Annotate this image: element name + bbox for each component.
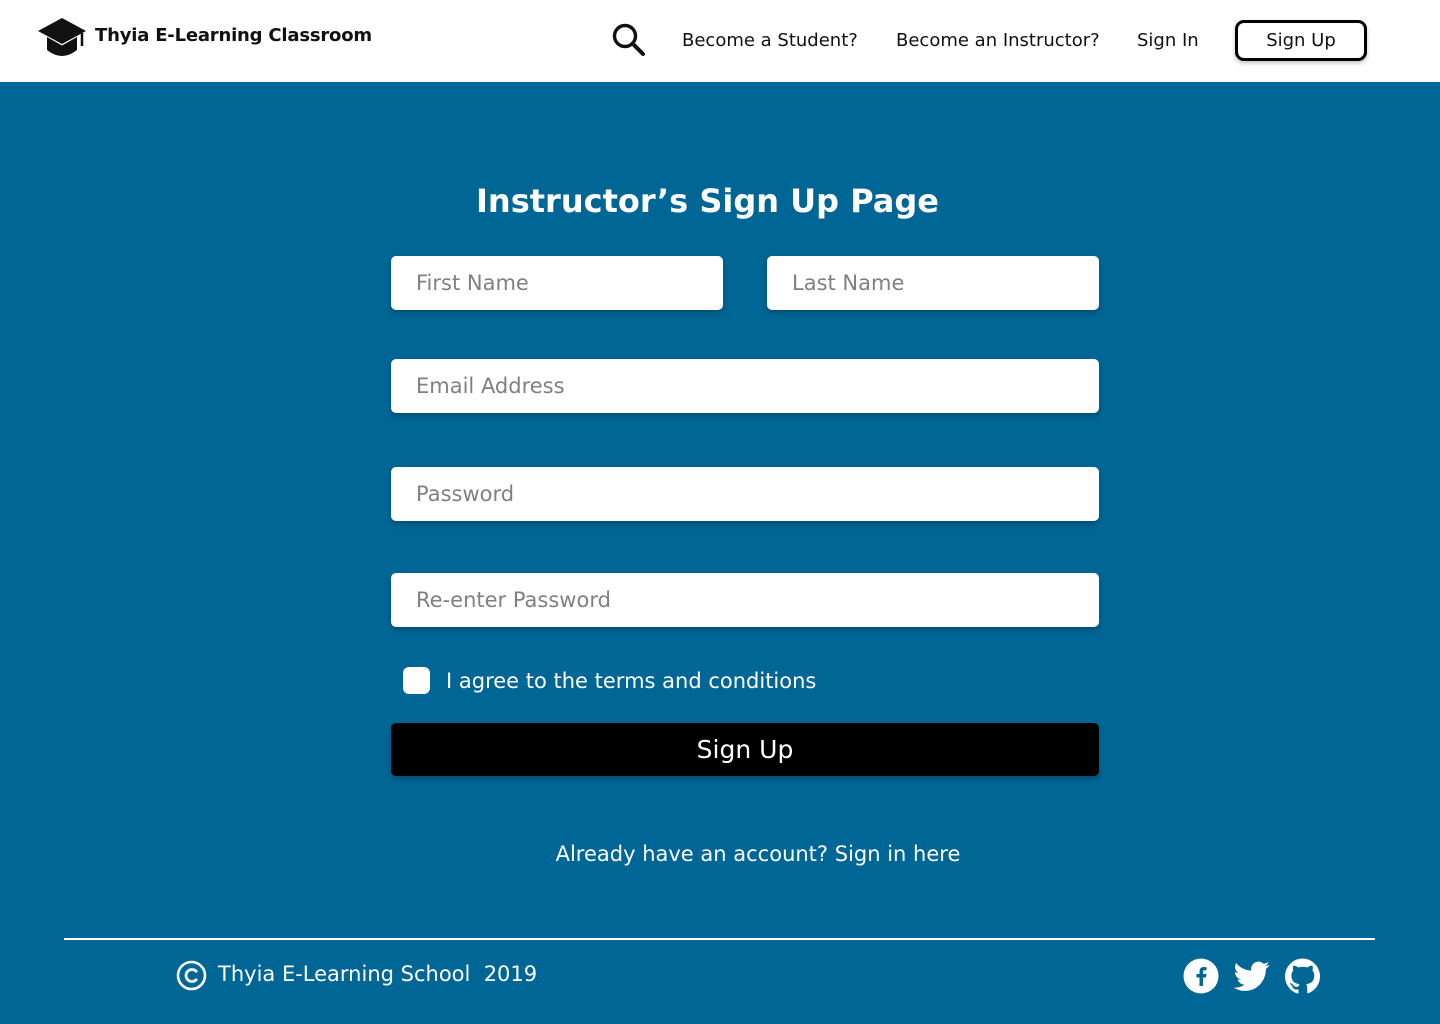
copyright-icon <box>176 960 207 991</box>
terms-label: I agree to the terms and conditions <box>446 669 817 693</box>
graduation-cap-icon[interactable] <box>36 16 88 60</box>
terms-checkbox[interactable] <box>403 667 430 694</box>
page-title: Instructor’s Sign Up Page <box>476 182 939 220</box>
footer-divider <box>64 938 1375 940</box>
brand-name[interactable]: Thyia E-Learning Classroom <box>95 25 372 46</box>
nav-sign-in[interactable]: Sign In <box>1137 30 1199 51</box>
twitter-icon[interactable] <box>1234 958 1270 994</box>
first-name-input[interactable] <box>391 256 723 310</box>
last-name-input[interactable] <box>767 256 1099 310</box>
nav-become-instructor[interactable]: Become an Instructor? <box>896 30 1100 51</box>
reenter-password-input[interactable] <box>391 573 1099 627</box>
search-icon[interactable] <box>611 22 647 58</box>
nav-become-student[interactable]: Become a Student? <box>682 30 858 51</box>
site-header: Thyia E-Learning Classroom Become a Stud… <box>0 0 1440 82</box>
nav-sign-up-button[interactable]: Sign Up <box>1235 20 1367 61</box>
password-input[interactable] <box>391 467 1099 521</box>
facebook-icon[interactable] <box>1183 958 1219 994</box>
sign-in-link[interactable]: Already have an account? Sign in here <box>0 842 1440 866</box>
footer-copyright: Thyia E-Learning School 2019 <box>218 962 538 986</box>
sign-up-button[interactable]: Sign Up <box>391 723 1099 776</box>
email-input[interactable] <box>391 359 1099 413</box>
github-icon[interactable] <box>1285 958 1321 994</box>
